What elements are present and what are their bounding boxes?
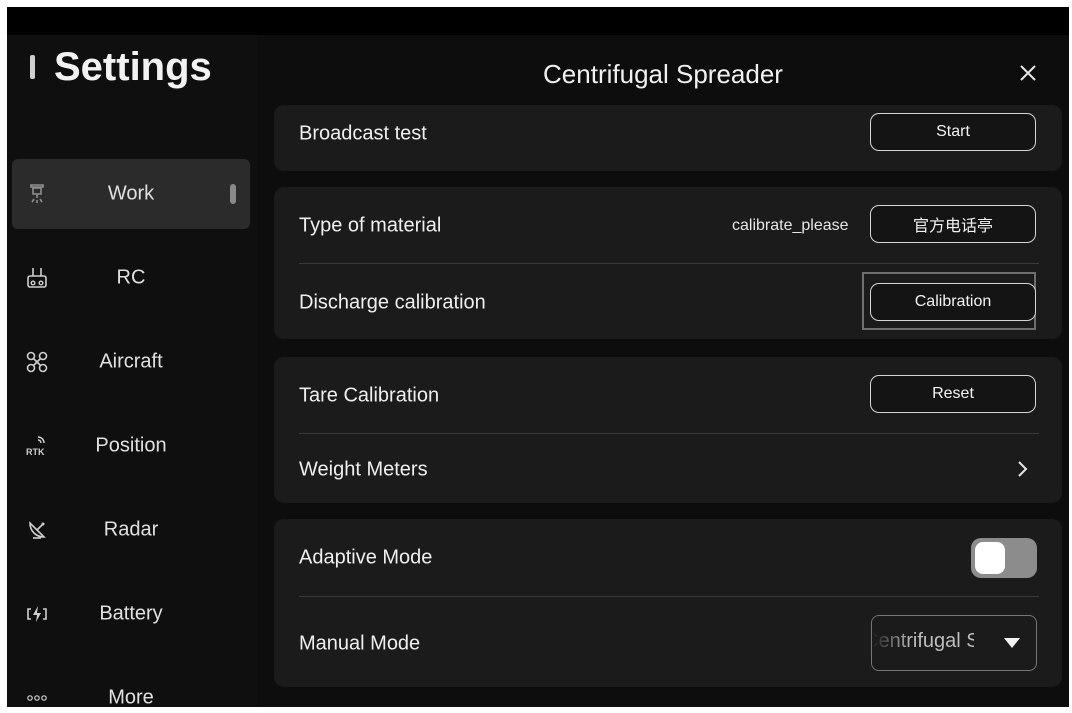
weight-meters-label: Weight Meters [299,458,428,481]
sidebar-item-battery[interactable]: Battery [12,579,250,649]
caret-down-icon [1004,638,1020,648]
type-of-material-label: Type of material [299,214,442,237]
sidebar-item-rc[interactable]: RC [12,243,250,313]
broadcast-test-label: Broadcast test [299,122,427,145]
sidebar-item-label: Radar [103,518,159,541]
weight-meters-row[interactable]: Weight Meters [299,447,1039,493]
sidebar-item-position[interactable]: RTK Position [12,411,250,481]
row-divider [299,596,1039,597]
select-fade [872,616,912,670]
rtk-icon: RTK [24,433,50,459]
remote-controller-icon [24,265,50,291]
manual-mode-select[interactable]: Centrifugal Spreader [871,615,1037,671]
battery-bolt-icon [24,601,50,627]
sidebar-item-label: Battery [99,602,163,625]
adaptive-mode-label: Adaptive Mode [299,546,433,569]
sidebar-item-aircraft[interactable]: Aircraft [12,327,250,397]
sidebar-title: Settings [54,45,212,89]
row-divider [299,433,1039,434]
sidebar-item-label: RC [116,266,146,289]
chevron-right-icon[interactable] [1015,460,1029,478]
material-select-button[interactable]: 官方电话亭 [870,205,1036,243]
panel-title: Centrifugal Spreader [543,59,783,89]
sidebar-item-label: Position [95,434,167,457]
start-button[interactable]: Start [870,113,1036,151]
sidebar-item-label: Work [107,182,155,205]
manual-mode-label: Manual Mode [299,632,421,655]
sprayer-icon [24,181,50,207]
adaptive-mode-row: Adaptive Mode [299,535,1039,581]
row-divider [299,263,1039,264]
sidebar-item-label: Aircraft [99,350,163,373]
status-bar [7,7,1069,35]
sidebar-item-work[interactable]: Work [12,159,250,229]
material-value: calibrate_please [732,217,849,234]
toggle-knob [975,542,1005,574]
drone-icon [24,349,50,375]
tare-calibration-label: Tare Calibration [299,384,440,407]
adaptive-mode-toggle[interactable] [971,538,1037,578]
discharge-calibration-label: Discharge calibration [299,291,486,314]
active-scroll-indicator [230,184,236,204]
title-accent-bar [30,55,35,79]
calibration-button[interactable]: Calibration [870,283,1036,321]
more-dots-icon [24,685,50,707]
app-screen: Settings Work RC Aircraft RTK Position R… [7,7,1069,707]
radar-icon [24,517,50,543]
reset-button[interactable]: Reset [870,375,1036,413]
sidebar-item-label: More [108,686,154,708]
svg-text:RTK: RTK [26,447,45,457]
sidebar-item-more[interactable]: More [12,663,250,707]
close-icon[interactable] [1017,62,1039,84]
sidebar-item-radar[interactable]: Radar [12,495,250,565]
